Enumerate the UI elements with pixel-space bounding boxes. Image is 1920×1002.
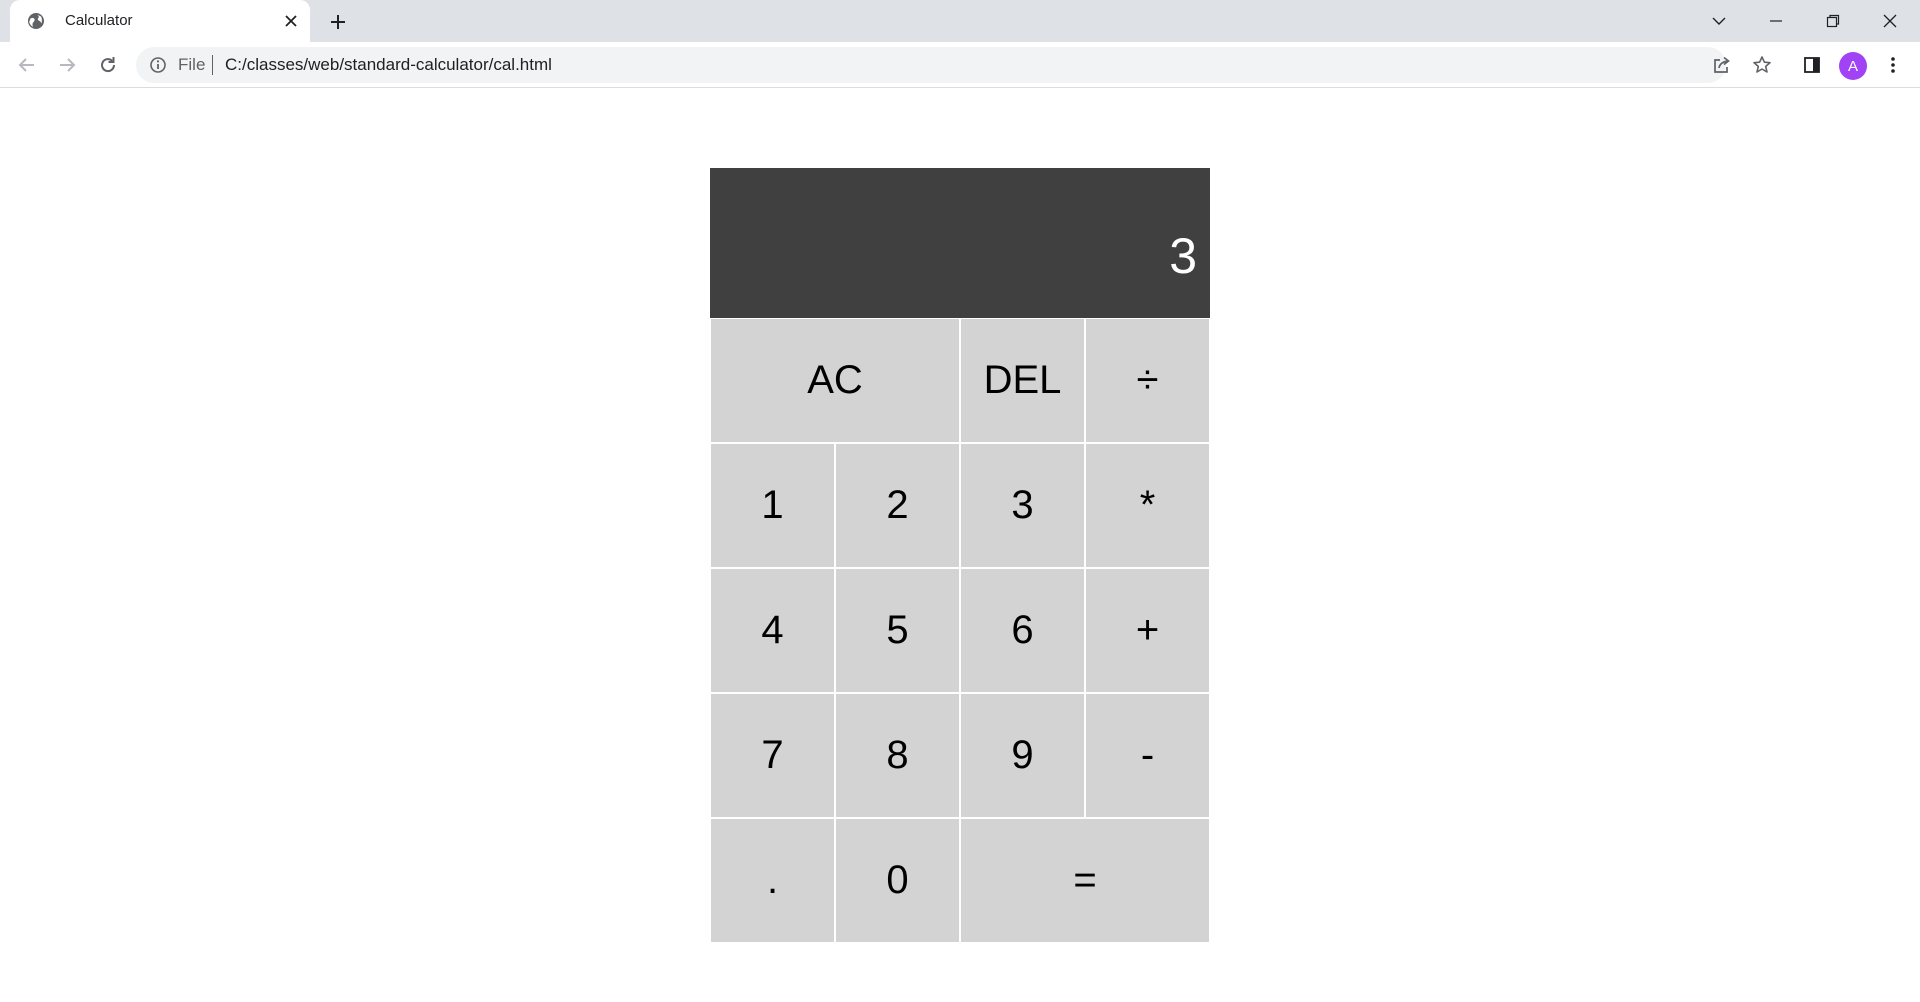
calculator-display: 3 bbox=[710, 168, 1210, 318]
digit-5-button[interactable]: 5 bbox=[835, 568, 960, 693]
minimize-icon[interactable] bbox=[1761, 6, 1791, 36]
digit-2-button[interactable]: 2 bbox=[835, 443, 960, 568]
digit-0-button[interactable]: 0 bbox=[835, 818, 960, 943]
close-icon[interactable] bbox=[1875, 6, 1905, 36]
url-scheme-label: File bbox=[178, 55, 206, 74]
address-bar[interactable]: File C:/classes/web/standard-calculator/… bbox=[136, 47, 1771, 83]
digit-4-button[interactable]: 4 bbox=[710, 568, 835, 693]
divide-button[interactable]: ÷ bbox=[1085, 318, 1210, 443]
calculator: 3 AC DEL ÷ 1 2 3 * 4 5 6 +7 8 9-. 0 = bbox=[710, 168, 1210, 943]
plus-icon[interactable] bbox=[325, 9, 351, 35]
digit-6-button[interactable]: 6 bbox=[960, 568, 1085, 693]
equals-button[interactable]: = bbox=[960, 818, 1210, 943]
delete-button[interactable]: DEL bbox=[960, 318, 1085, 443]
display-value: 3 bbox=[1169, 228, 1197, 284]
tab-calculator[interactable]: Calculator bbox=[10, 0, 310, 42]
tab-title: Calculator bbox=[65, 12, 133, 29]
side-panel-icon[interactable] bbox=[1798, 51, 1826, 79]
info-icon[interactable] bbox=[148, 55, 168, 75]
close-icon[interactable] bbox=[280, 10, 302, 32]
digit-3-button[interactable]: 3 bbox=[960, 443, 1085, 568]
arrow-left-icon[interactable] bbox=[13, 51, 41, 79]
reload-icon[interactable] bbox=[94, 51, 122, 79]
digit-7-button[interactable]: 7 bbox=[710, 693, 835, 818]
digit-9-button[interactable]: 9 bbox=[960, 693, 1085, 818]
tab-strip: Calculator bbox=[0, 0, 1920, 42]
globe-icon bbox=[26, 11, 46, 31]
chevron-down-icon[interactable] bbox=[1704, 6, 1734, 36]
restore-icon[interactable] bbox=[1818, 6, 1848, 36]
digit-8-button[interactable]: 8 bbox=[835, 693, 960, 818]
kebab-menu-icon[interactable] bbox=[1879, 51, 1907, 79]
calculator-keypad: AC DEL ÷ 1 2 3 * 4 5 6 +7 8 9-. 0 = bbox=[710, 318, 1210, 943]
add-button[interactable]: + bbox=[1085, 568, 1210, 693]
url-separator bbox=[212, 55, 213, 75]
decimal-button[interactable]: . bbox=[710, 818, 835, 943]
star-icon[interactable] bbox=[1750, 53, 1774, 77]
multiply-button[interactable]: * bbox=[1085, 443, 1210, 568]
all-clear-button[interactable]: AC bbox=[710, 318, 960, 443]
subtract-button[interactable]: - bbox=[1085, 693, 1210, 818]
share-icon[interactable] bbox=[1710, 53, 1734, 77]
url-text[interactable]: C:/classes/web/standard-calculator/cal.h… bbox=[225, 56, 552, 74]
avatar[interactable]: A bbox=[1839, 52, 1867, 80]
browser-toolbar: File C:/classes/web/standard-calculator/… bbox=[0, 42, 1920, 88]
digit-1-button[interactable]: 1 bbox=[710, 443, 835, 568]
arrow-right-icon[interactable] bbox=[53, 51, 81, 79]
